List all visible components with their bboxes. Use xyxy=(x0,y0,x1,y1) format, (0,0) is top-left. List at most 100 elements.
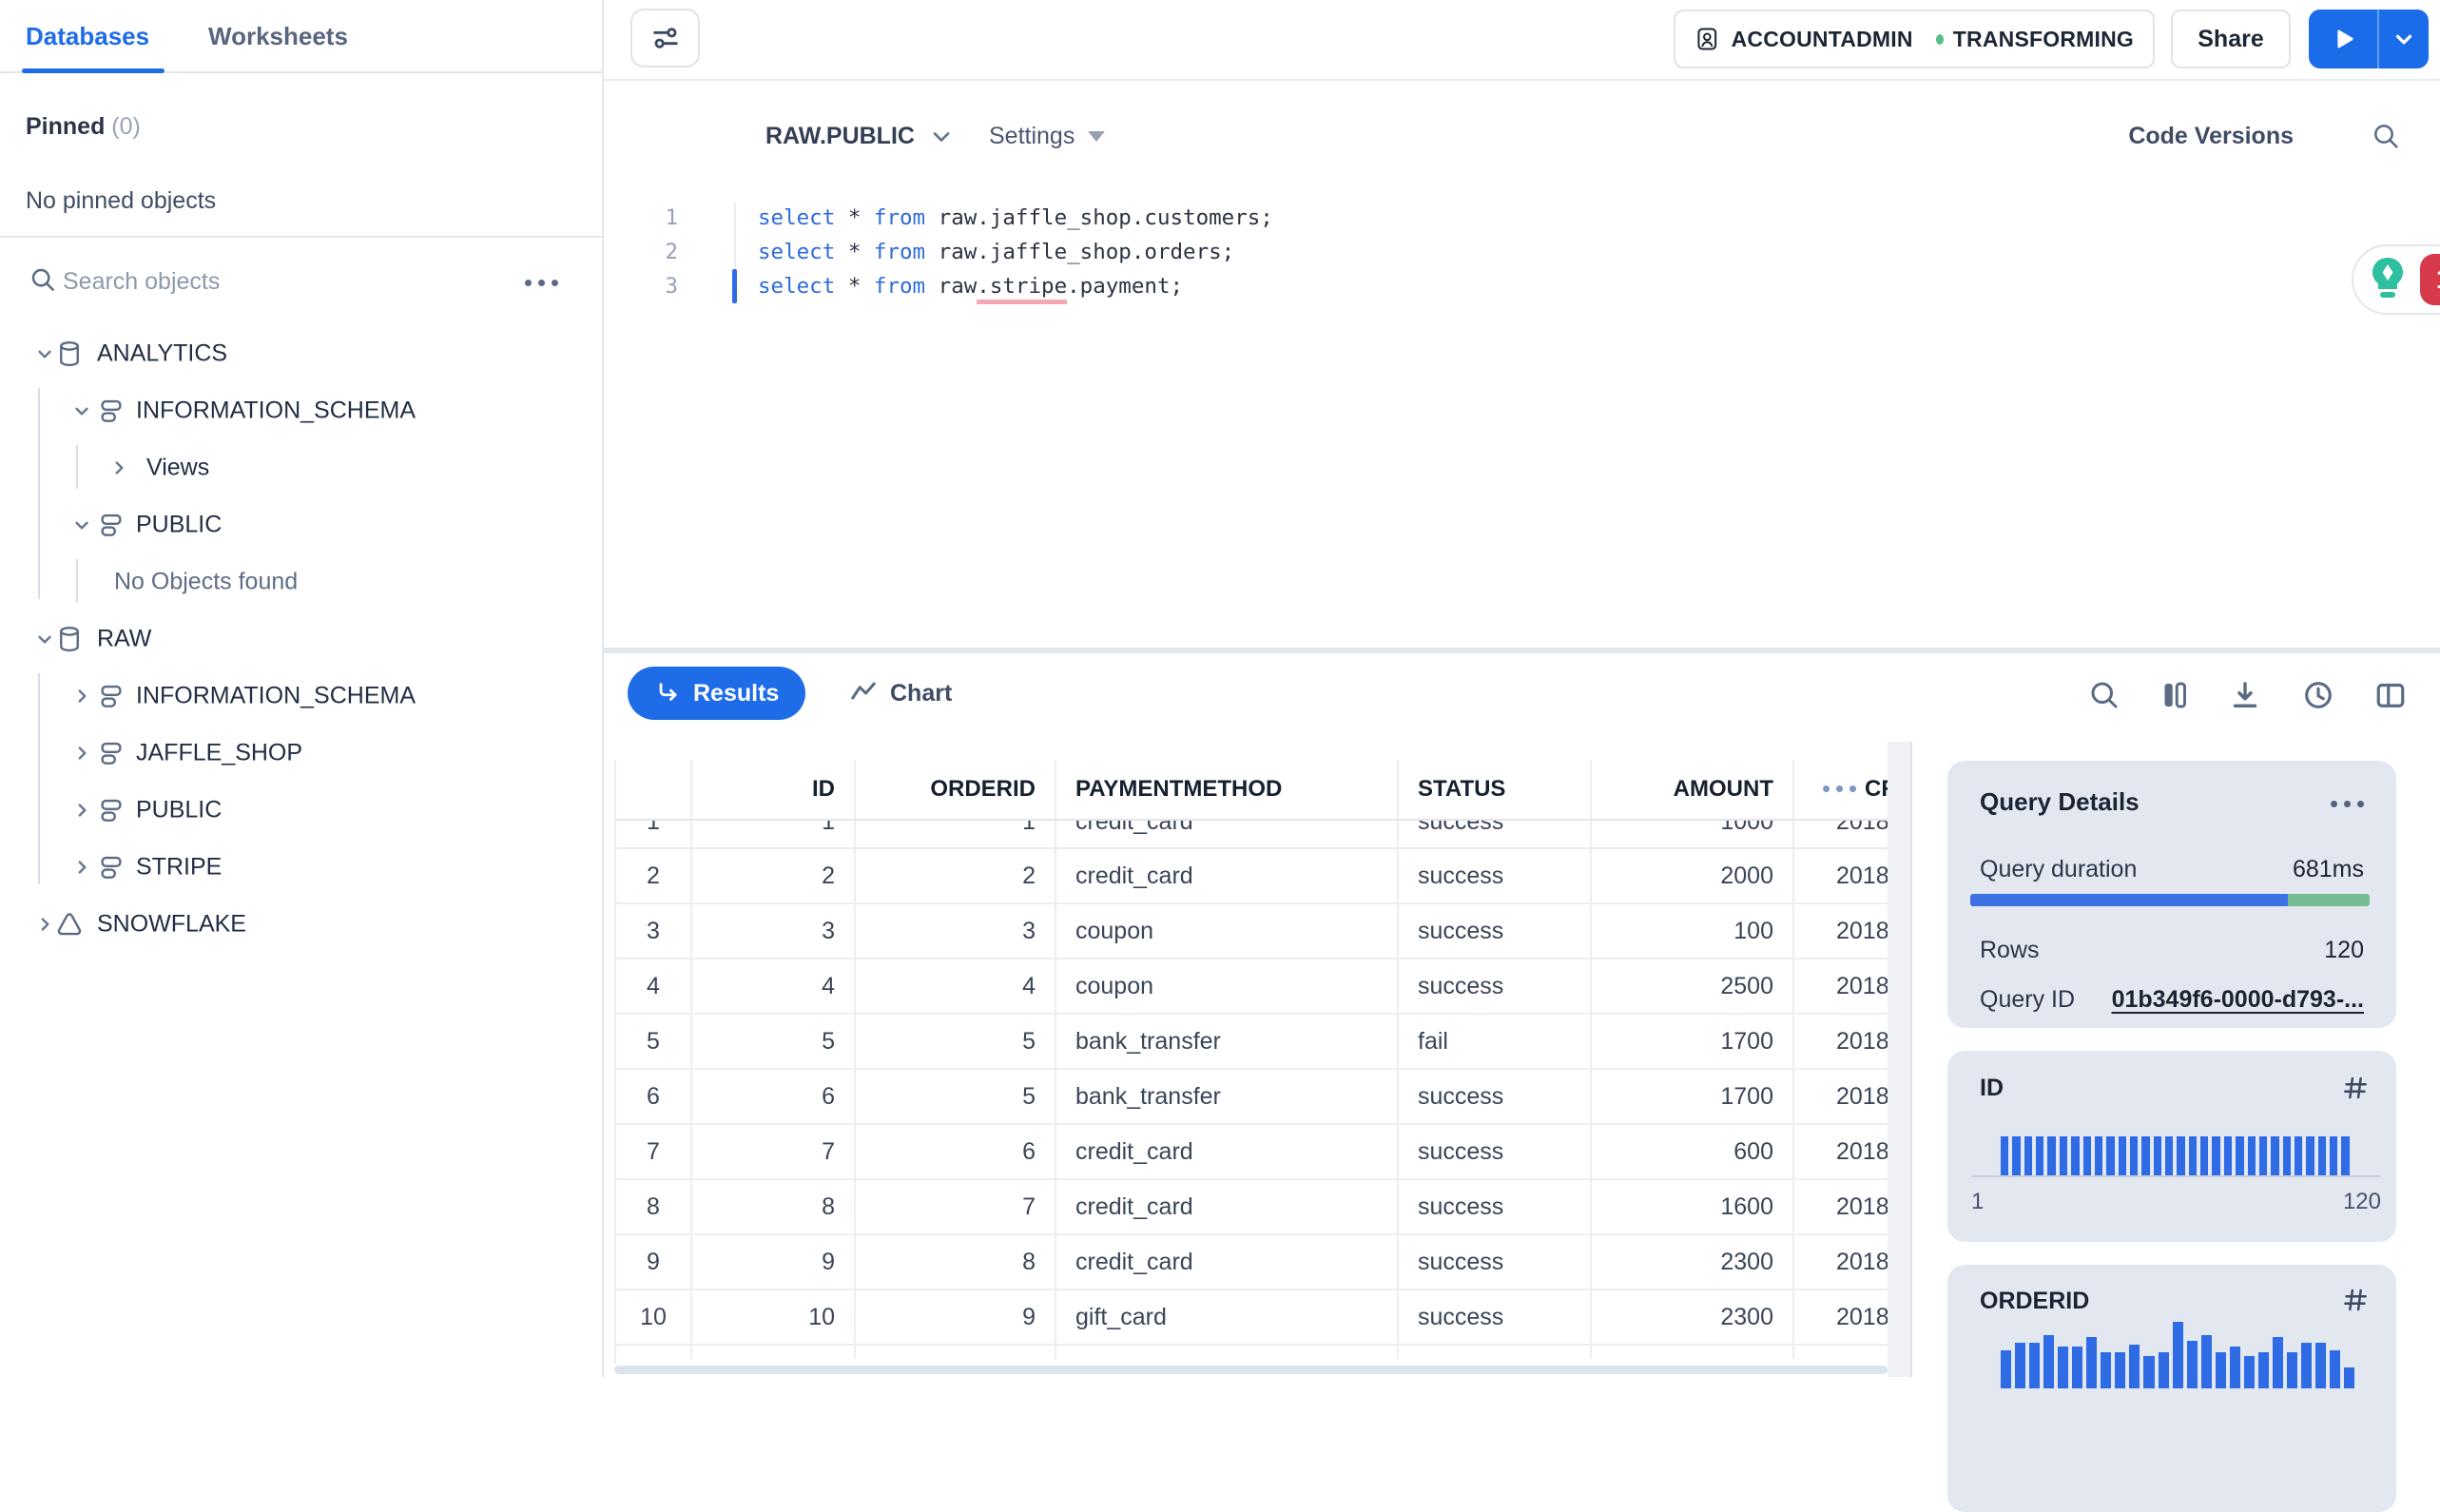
table-cell[interactable]: 8 xyxy=(856,1235,1056,1289)
table-row[interactable]: 7 7 6 credit_card success 600 2018 xyxy=(616,1125,1888,1180)
grid-scrollbar-track[interactable] xyxy=(1888,742,1912,1377)
table-cell[interactable]: success xyxy=(1399,849,1592,902)
table-cell[interactable]: 9 xyxy=(692,1235,856,1289)
table-cell[interactable]: 2018 xyxy=(1794,1070,1888,1123)
table-row[interactable]: 6 6 5 bank_transfer success 1700 2018 xyxy=(616,1070,1888,1125)
tree-item-information-schema[interactable]: INFORMATION_SCHEMA xyxy=(0,382,602,439)
table-cell[interactable]: 2018 xyxy=(1794,821,1888,847)
table-cell[interactable]: 2018 xyxy=(1794,960,1888,1013)
table-cell[interactable]: 5 xyxy=(692,1015,856,1068)
chevron-right-icon[interactable] xyxy=(69,855,94,880)
table-cell[interactable]: 2018 xyxy=(1794,904,1888,958)
chevron-right-icon[interactable] xyxy=(32,912,57,937)
table-row[interactable]: 5 5 5 bank_transfer fail 1700 2018 xyxy=(616,1015,1888,1070)
table-cell[interactable]: credit_card xyxy=(1056,849,1399,902)
table-cell[interactable]: credit_card xyxy=(1056,1180,1399,1233)
row-number[interactable]: 2 xyxy=(616,849,692,902)
table-row[interactable]: 2 2 2 credit_card success 2000 2018 xyxy=(616,849,1888,904)
hash-icon[interactable] xyxy=(2341,1074,2370,1107)
run-button[interactable] xyxy=(2309,10,2429,68)
table-cell[interactable]: 2000 xyxy=(1592,849,1794,902)
table-cell[interactable]: 2018 xyxy=(1794,1125,1888,1178)
tree-item-raw[interactable]: RAW xyxy=(0,611,602,668)
search-input[interactable]: Search objects xyxy=(63,268,220,296)
chevron-down-icon[interactable] xyxy=(32,341,57,366)
editor-search-icon[interactable] xyxy=(2371,121,2401,156)
row-number[interactable]: 5 xyxy=(616,1015,692,1068)
column-header-STATUS[interactable]: STATUS xyxy=(1399,760,1592,819)
table-cell[interactable]: 9 xyxy=(856,1290,1056,1344)
settings-dropdown[interactable]: Settings xyxy=(989,123,1106,150)
table-cell[interactable]: coupon xyxy=(1056,960,1399,1013)
table-cell[interactable]: credit_card xyxy=(1056,821,1399,847)
table-cell[interactable] xyxy=(1056,1346,1399,1359)
chevron-right-icon[interactable] xyxy=(69,741,94,766)
table-cell[interactable]: 2300 xyxy=(1592,1290,1794,1344)
table-cell[interactable]: 4 xyxy=(692,960,856,1013)
table-cell[interactable] xyxy=(856,1346,1056,1359)
split-panel-icon[interactable] xyxy=(2373,678,2408,717)
table-row[interactable]: 3 3 3 coupon success 100 2018 xyxy=(616,904,1888,960)
tab-results[interactable]: Results xyxy=(628,667,806,720)
columns-icon[interactable] xyxy=(2158,678,2192,717)
download-icon[interactable] xyxy=(2228,678,2262,717)
table-cell[interactable]: success xyxy=(1399,1070,1592,1123)
chevron-down-icon[interactable] xyxy=(69,513,94,537)
row-number[interactable]: 9 xyxy=(616,1235,692,1289)
tree-item-public[interactable]: PUBLIC xyxy=(0,496,602,553)
table-cell[interactable]: 100 xyxy=(1592,904,1794,958)
table-cell[interactable]: 600 xyxy=(1592,1125,1794,1178)
results-search-icon[interactable] xyxy=(2087,678,2121,717)
chevron-down-icon[interactable] xyxy=(32,627,57,651)
table-cell[interactable]: 2300 xyxy=(1592,1235,1794,1289)
table-cell[interactable]: credit_card xyxy=(1056,1235,1399,1289)
partially-scrolled-row[interactable]: 1 1 1 credit_card success 1000 2018 xyxy=(616,821,1888,849)
history-icon[interactable] xyxy=(2301,678,2335,717)
table-cell[interactable]: 5 xyxy=(856,1015,1056,1068)
code-line-3[interactable]: 3 select * from raw.stripe.payment; xyxy=(604,269,2440,304)
share-button[interactable]: Share xyxy=(2171,10,2291,68)
sql-editor[interactable]: RAW.PUBLIC Settings Code Versions 1 selec… xyxy=(604,81,2440,648)
column-header-PAYMENTMETHOD[interactable]: PAYMENTMETHOD xyxy=(1056,760,1399,819)
table-row[interactable]: 10 10 9 gift_card success 2300 2018 xyxy=(616,1290,1888,1346)
table-cell[interactable]: success xyxy=(1399,1290,1592,1344)
hash-icon[interactable] xyxy=(2341,1286,2370,1319)
row-number[interactable]: 8 xyxy=(616,1180,692,1233)
table-cell[interactable]: 2500 xyxy=(1592,960,1794,1013)
copilot-suggestion-pill[interactable]: 1 xyxy=(2352,244,2440,315)
chevron-right-icon[interactable] xyxy=(69,684,94,708)
tab-worksheets[interactable]: Worksheets xyxy=(208,22,348,51)
row-number[interactable]: 4 xyxy=(616,960,692,1013)
code-line-1[interactable]: 1 select * from raw.jaffle_shop.customers… xyxy=(604,201,2440,235)
filters-button[interactable] xyxy=(630,9,700,68)
table-cell[interactable]: 2 xyxy=(692,849,856,902)
chevron-right-icon[interactable] xyxy=(69,798,94,823)
chevron-down-icon[interactable] xyxy=(69,398,94,423)
horizontal-scrollbar[interactable] xyxy=(614,1366,1888,1374)
table-cell[interactable]: success xyxy=(1399,904,1592,958)
tree-item-views[interactable]: Views xyxy=(0,439,602,496)
table-cell[interactable]: 3 xyxy=(856,904,1056,958)
table-cell[interactable]: gift_card xyxy=(1056,1290,1399,1344)
column-header-rownum[interactable] xyxy=(616,760,692,819)
row-number[interactable]: 3 xyxy=(616,904,692,958)
table-cell[interactable]: 2 xyxy=(856,849,1056,902)
table-cell[interactable]: success xyxy=(1399,1235,1592,1289)
tree-item-jaffle-shop[interactable]: JAFFLE_SHOP xyxy=(0,725,602,782)
table-cell[interactable] xyxy=(1592,1346,1794,1359)
tab-databases[interactable]: Databases xyxy=(26,22,149,51)
table-cell[interactable]: success xyxy=(1399,1180,1592,1233)
table-cell[interactable] xyxy=(616,1346,692,1359)
table-cell[interactable]: success xyxy=(1399,960,1592,1013)
table-cell[interactable]: 1700 xyxy=(1592,1015,1794,1068)
code-area[interactable]: 1 select * from raw.jaffle_shop.customers… xyxy=(604,201,2440,304)
table-row[interactable]: 9 9 8 credit_card success 2300 2018 xyxy=(616,1235,1888,1290)
table-cell[interactable]: 6 xyxy=(856,1125,1056,1178)
table-cell[interactable]: 10 xyxy=(692,1290,856,1344)
row-number[interactable]: 7 xyxy=(616,1125,692,1178)
table-cell[interactable]: bank_transfer xyxy=(1056,1070,1399,1123)
table-cell[interactable]: fail xyxy=(1399,1015,1592,1068)
query-id-link[interactable]: 01b349f6-0000-d793-... xyxy=(2112,986,2364,1014)
table-cell[interactable]: 2018 xyxy=(1794,1290,1888,1344)
table-row[interactable]: 1 1 1 credit_card success 1000 2018 xyxy=(616,821,1888,847)
